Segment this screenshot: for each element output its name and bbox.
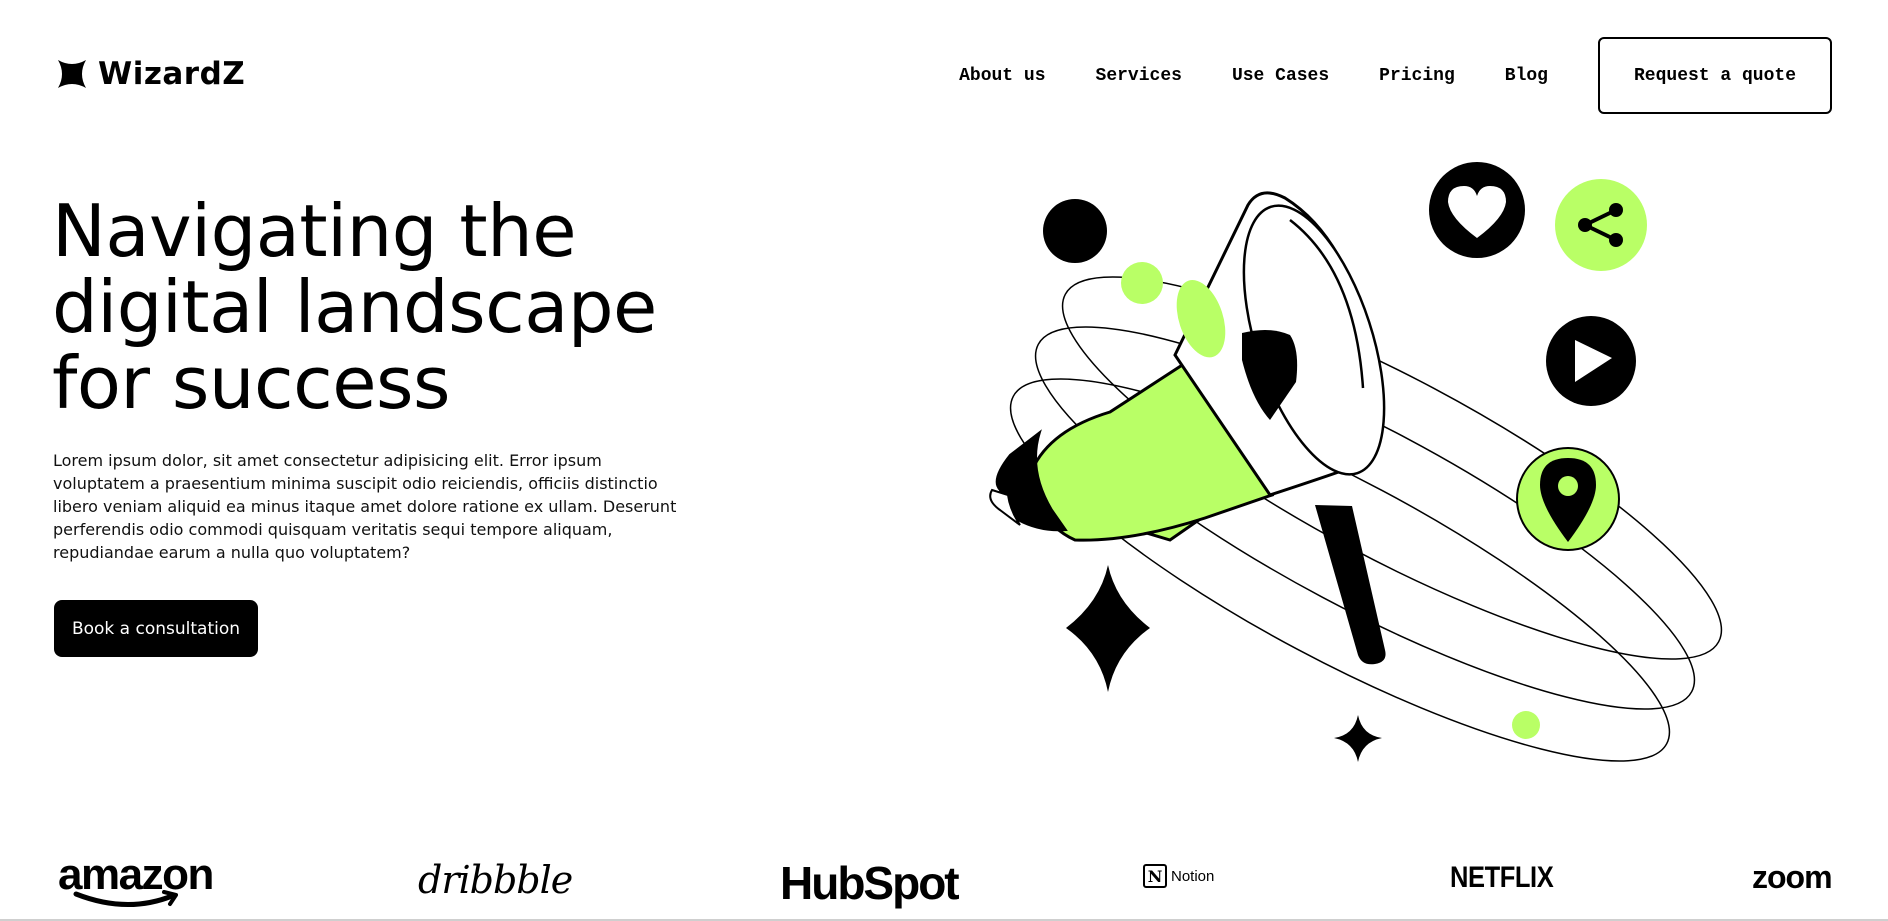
main-nav: About us Services Use Cases Pricing Blog… <box>959 37 1832 114</box>
decor-dot-accent-small <box>1512 711 1540 739</box>
four-point-star-icon <box>58 60 86 88</box>
brand-hubspot: HubSpot <box>780 857 960 909</box>
share-icon <box>1555 179 1647 271</box>
brand-logo[interactable]: WizardZ <box>56 56 245 92</box>
landing-page: WizardZ About us Services Use Cases Pric… <box>0 0 1888 921</box>
heart-icon <box>1429 162 1525 258</box>
book-consultation-button[interactable]: Book a consultation <box>54 600 258 657</box>
nav-pricing[interactable]: Pricing <box>1379 66 1455 86</box>
megaphone-illustration <box>989 162 1723 762</box>
notion-icon: N <box>1143 864 1167 888</box>
location-pin-icon <box>1516 447 1620 551</box>
brand-dribbble: dribbble <box>418 858 573 902</box>
notion-wordmark: Notion <box>1171 867 1215 885</box>
nav-about-us[interactable]: About us <box>959 66 1045 86</box>
decor-dot-accent <box>1121 262 1163 304</box>
hero-description: Lorem ipsum dolor, sit amet consectetur … <box>53 451 677 562</box>
brand-notion: N Notion <box>1143 864 1214 888</box>
hero-title: Navigating the digital landscape for suc… <box>52 189 657 425</box>
sparkle-star-icon <box>1066 565 1150 692</box>
client-logos: amazon dribbble HubSpot N Notion NETFLIX… <box>0 840 1888 920</box>
amazon-smile-icon <box>73 890 178 908</box>
nav-use-cases[interactable]: Use Cases <box>1232 66 1329 86</box>
decor-dot-dark <box>1043 199 1107 263</box>
brand-zoom: zoom <box>1752 859 1833 895</box>
nav-blog[interactable]: Blog <box>1505 66 1548 86</box>
sparkle-star-small-icon <box>1334 715 1382 762</box>
brand-name: WizardZ <box>98 56 246 92</box>
brand-netflix: NETFLIX <box>1450 861 1554 894</box>
request-quote-button[interactable]: Request a quote <box>1598 37 1832 114</box>
play-icon <box>1546 316 1636 406</box>
nav-services[interactable]: Services <box>1096 66 1182 86</box>
brand-amazon: amazon <box>58 850 214 908</box>
